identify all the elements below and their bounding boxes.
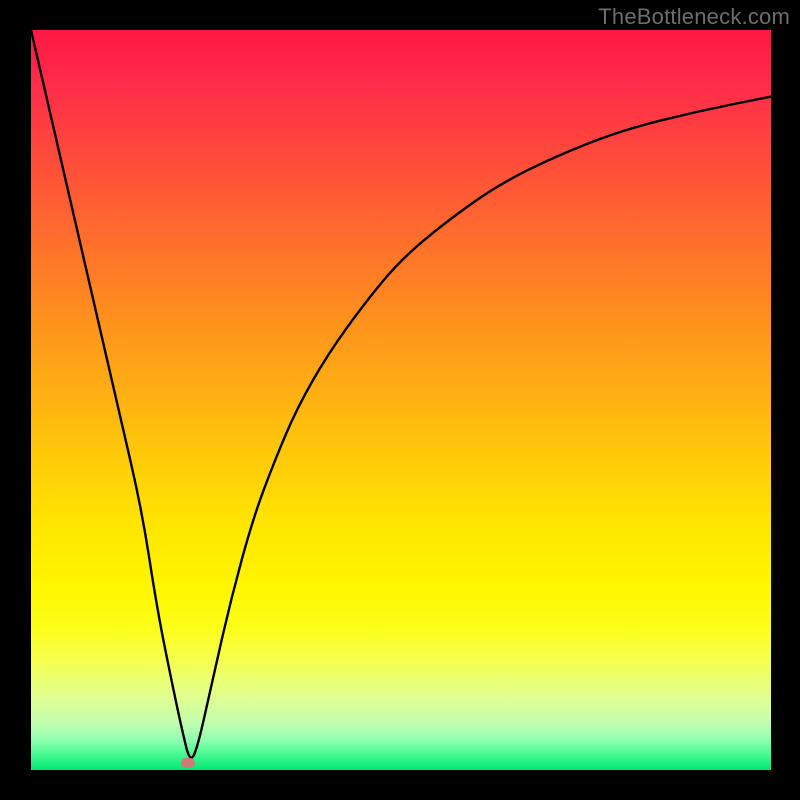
optimum-marker <box>181 758 195 768</box>
chart-frame: TheBottleneck.com <box>0 0 800 800</box>
plot-area <box>31 30 771 770</box>
bottleneck-curve-path <box>31 30 771 758</box>
bottleneck-curve-svg <box>31 30 771 770</box>
watermark-text: TheBottleneck.com <box>598 4 790 30</box>
